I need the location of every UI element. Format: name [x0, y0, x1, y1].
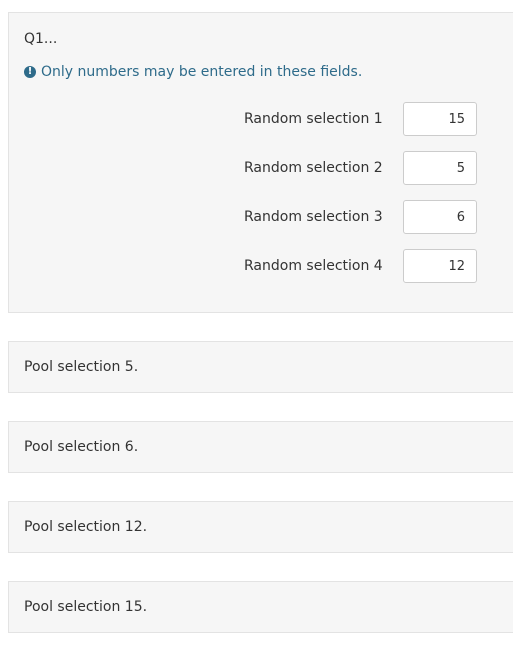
- pool-selection-text: Pool selection 15.: [24, 599, 148, 615]
- random-selection-row-3: Random selection 3: [9, 200, 513, 234]
- notice-text: Only numbers may be entered in these fie…: [41, 64, 363, 80]
- random-selection-input-3[interactable]: [403, 200, 477, 234]
- pool-panel-1: Pool selection 5.: [8, 341, 513, 393]
- random-selection-row-4: Random selection 4: [9, 249, 513, 283]
- random-selection-label-3: Random selection 3: [244, 209, 383, 225]
- pool-panel-3: Pool selection 12.: [8, 501, 513, 553]
- random-selection-row-2: Random selection 2: [9, 151, 513, 185]
- pool-panel-2: Pool selection 6.: [8, 421, 513, 473]
- random-selection-label-2: Random selection 2: [244, 160, 383, 176]
- pool-selection-text: Pool selection 5.: [24, 359, 139, 375]
- pool-selection-text: Pool selection 6.: [24, 439, 139, 455]
- numeric-only-notice: ! Only numbers may be entered in these f…: [24, 63, 362, 81]
- random-selection-row-1: Random selection 1: [9, 102, 513, 136]
- pool-selection-text: Pool selection 12.: [24, 519, 148, 535]
- random-selection-input-1[interactable]: [403, 102, 477, 136]
- random-selection-input-4[interactable]: [403, 249, 477, 283]
- pool-panel-4: Pool selection 15.: [8, 581, 513, 633]
- random-selection-label-1: Random selection 1: [244, 111, 383, 127]
- exclamation-circle-icon: !: [24, 66, 36, 78]
- question-panel: Q1... ! Only numbers may be entered in t…: [8, 12, 513, 313]
- random-selection-label-4: Random selection 4: [244, 258, 383, 274]
- random-selection-input-2[interactable]: [403, 151, 477, 185]
- question-title: Q1...: [24, 31, 58, 47]
